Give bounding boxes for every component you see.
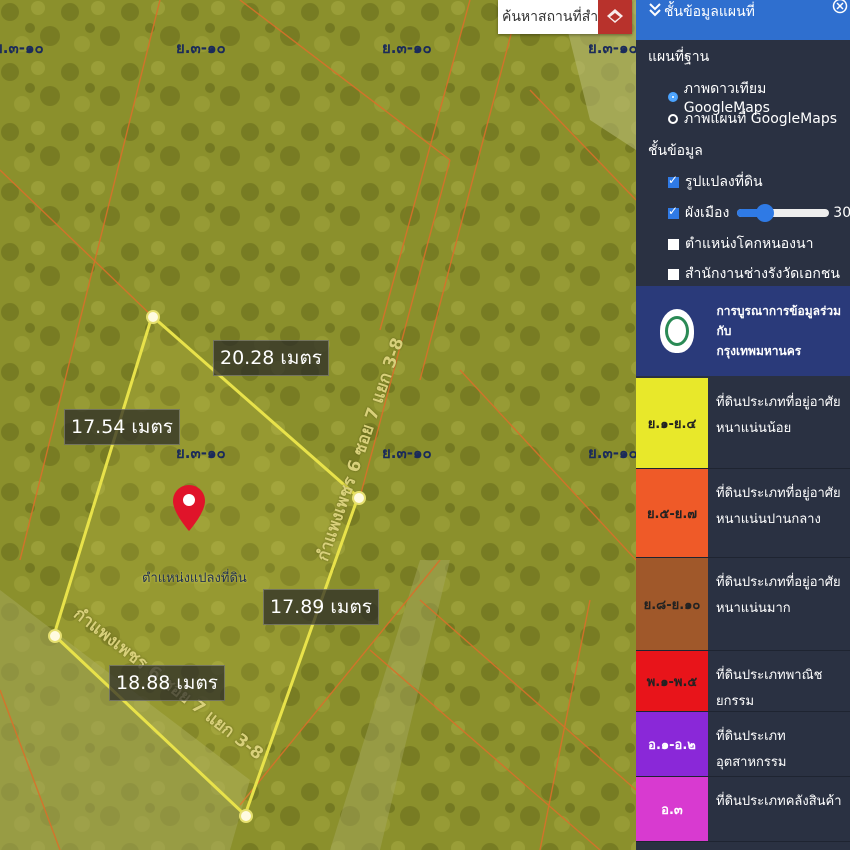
partner-line1: การบูรณาการข้อมูลร่วมกับ [716, 304, 842, 338]
zone-label: ย.๓-๑๐ [382, 39, 432, 57]
legend-swatch: อ.๑-อ.๒ [636, 712, 708, 776]
radio-unselected[interactable] [668, 114, 678, 124]
layer-toggle-cityplan[interactable]: ผังเมือง 30% [668, 202, 850, 224]
legend-row: พ.๑-พ.๕ ที่ดินประเภทพาณิชยกรรม [636, 651, 850, 712]
legend-row: ย.๘-ย.๑๐ ที่ดินประเภทที่อยู่อาศัยหนาแน่น… [636, 558, 850, 651]
dimension-label: 18.88 เมตร [109, 665, 225, 701]
opacity-slider[interactable] [737, 204, 830, 222]
dimension-label: 17.54 เมตร [64, 409, 180, 445]
bma-logo [660, 309, 695, 353]
basemap-option-map[interactable]: ภาพแผนที่ GoogleMaps [668, 108, 837, 130]
legend-swatch: ย.๑-ย.๔ [636, 378, 708, 468]
checkbox-unchecked[interactable] [668, 238, 679, 250]
layer-label: สำนักงานช่างรังวัดเอกชน [685, 266, 840, 282]
zone-label: ย.๓-๑๐ [382, 444, 432, 462]
basemap-title: แผนที่ฐาน [648, 49, 710, 65]
legend-swatch: ย.๕-ย.๗ [636, 469, 708, 557]
close-icon[interactable] [832, 0, 848, 14]
zone-label: ย.๓-๑๐ [176, 444, 226, 462]
legend-desc: ที่ดินประเภทที่อยู่อาศัยหนาแน่นน้อย [716, 395, 841, 436]
plot-vertex[interactable] [146, 310, 160, 324]
layer-toggle-surveyor[interactable]: สำนักงานช่างรังวัดเอกชน [668, 263, 840, 285]
legend-row: ย.๑-ย.๔ ที่ดินประเภทที่อยู่อาศัยหนาแน่นน… [636, 378, 850, 469]
layer-toggle-parcel[interactable]: รูปแปลงที่ดิน [668, 171, 763, 193]
legend-swatch: อ.๓ [636, 777, 708, 841]
search-input[interactable]: ค้นหาสถานที่สำคัญ [498, 6, 600, 28]
location-pin-icon[interactable] [173, 485, 205, 531]
partner-banner: การบูรณาการข้อมูลร่วมกับ กรุงเทพมหานคร [636, 286, 850, 376]
dimension-label: 17.89 เมตร [263, 589, 379, 625]
panel-header: ชั้นข้อมูลแผนที่ [636, 0, 850, 40]
layer-label: ผังเมือง [685, 205, 730, 221]
dimension-label: 20.28 เมตร [213, 340, 329, 376]
zone-label: ย.๓-๑๐ [0, 39, 44, 57]
legend-swatch: ย.๘-ย.๑๐ [636, 558, 708, 650]
layer-label: รูปแปลงที่ดิน [685, 174, 763, 190]
plot-vertex[interactable] [48, 629, 62, 643]
panel-title: ชั้นข้อมูลแผนที่ [664, 4, 755, 20]
layers-title: ชั้นข้อมูล [648, 143, 703, 159]
legend-desc: ที่ดินประเภทที่อยู่อาศัยหนาแน่นมาก [716, 575, 841, 616]
zone-label: ย.๓-๑๐ [176, 39, 226, 57]
legend-desc: ที่ดินประเภทอุตสาหกรรม [716, 729, 787, 770]
partner-line2: กรุงเทพมหานคร [716, 344, 802, 358]
checkbox-checked[interactable] [668, 173, 679, 188]
layers-icon [607, 9, 623, 23]
basemap-label: ภาพแผนที่ GoogleMaps [684, 111, 838, 127]
zone-label: ย.๓-๑๐ [588, 39, 638, 57]
layer-toggle-khoknongna[interactable]: ตำแหน่งโคกหนองนา [668, 233, 813, 255]
opacity-value: 30% [833, 205, 850, 221]
legend-desc: ที่ดินประเภทพาณิชยกรรม [716, 668, 823, 709]
pin-label: ตำแหน่งแปลงที่ดิน [142, 571, 247, 586]
layer-panel: ชั้นข้อมูลแผนที่ แผนที่ฐาน ภาพดาวเทียม G… [636, 0, 850, 850]
legend-swatch: พ.๑-พ.๕ [636, 651, 708, 711]
legend-row: อ.๓ ที่ดินประเภทคลังสินค้า [636, 777, 850, 842]
legend-row: อ.๑-อ.๒ ที่ดินประเภทอุตสาหกรรม [636, 712, 850, 777]
slider-thumb[interactable] [755, 204, 774, 222]
plot-vertex[interactable] [352, 491, 366, 505]
plot-vertex[interactable] [239, 809, 253, 823]
legend-row: ย.๕-ย.๗ ที่ดินประเภทที่อยู่อาศัยหนาแน่นป… [636, 469, 850, 558]
layers-button[interactable] [598, 0, 632, 34]
radio-selected[interactable] [668, 92, 678, 102]
search-box[interactable]: ค้นหาสถานที่สำคัญ [498, 0, 632, 34]
zone-label: ย.๓-๑๐ [588, 444, 638, 462]
legend-desc: ที่ดินประเภทที่อยู่อาศัยหนาแน่นปานกลาง [716, 486, 841, 527]
layer-label: ตำแหน่งโคกหนองนา [685, 236, 814, 252]
chevron-double-down-icon[interactable] [648, 2, 662, 18]
checkbox-unchecked[interactable] [668, 268, 679, 280]
checkbox-checked[interactable] [668, 204, 679, 219]
legend-desc: ที่ดินประเภทคลังสินค้า [716, 794, 842, 809]
